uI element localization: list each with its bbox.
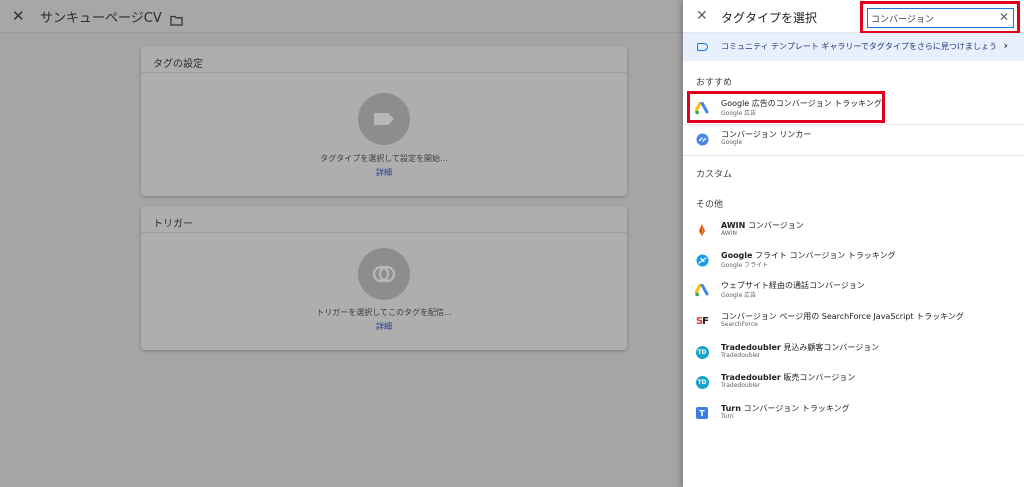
- search-field[interactable]: ✕: [867, 8, 1014, 28]
- item-vendor: Tradedoubler: [721, 352, 761, 359]
- list-item[interactable]: Google フライト コンバージョン トラッキング Google フライト: [683, 245, 1024, 275]
- list-item[interactable]: ウェブサイト経由の通話コンバージョン Google 広告: [683, 275, 1024, 305]
- chevron-right-icon[interactable]: ›: [1003, 39, 1008, 52]
- list-item[interactable]: TD Tradedoubler 販売コンバージョン Tradedoubler: [683, 367, 1024, 397]
- list-item[interactable]: T Turn コンバージョン トラッキング Turn: [683, 398, 1024, 428]
- turn-icon: T: [695, 406, 709, 420]
- section-custom: カスタム: [696, 170, 733, 180]
- tag-placeholder-icon[interactable]: [358, 93, 410, 145]
- item-vendor: AWIN: [721, 230, 737, 237]
- list-item[interactable]: AWIN コンバージョン AWIN: [683, 215, 1024, 245]
- panel-header: ✕ タグタイプを選択 ✕: [683, 0, 1024, 34]
- item-vendor: SearchForce: [721, 321, 758, 328]
- clear-search-icon[interactable]: ✕: [999, 10, 1009, 24]
- searchforce-icon: SF: [695, 315, 709, 327]
- close-icon[interactable]: ✕: [696, 8, 708, 24]
- list-item[interactable]: SF コンバージョン ページ用の SearchForce JavaScript …: [683, 306, 1024, 336]
- awin-icon: [695, 223, 709, 237]
- item-highlight-box: [687, 91, 885, 123]
- tradedoubler-icon: TD: [695, 375, 709, 389]
- trigger-placeholder-icon[interactable]: [358, 248, 410, 300]
- close-icon[interactable]: ✕: [12, 7, 30, 25]
- card-hint: タグタイプを選択して設定を開始...: [320, 154, 448, 163]
- tag-name-title[interactable]: サンキューページCV: [40, 7, 162, 26]
- tradedoubler-icon: TD: [695, 345, 709, 359]
- learn-more-link[interactable]: 詳細: [141, 321, 627, 332]
- list-item[interactable]: TD Tradedoubler 見込み顧客コンバージョン Tradedouble…: [683, 337, 1024, 367]
- tag-configuration-card[interactable]: タグの設定 タグタイプを選択して設定を開始... 詳細: [141, 46, 627, 196]
- card-hint: トリガーを選択してこのタグを配信...: [316, 308, 452, 317]
- folder-icon[interactable]: [170, 11, 183, 26]
- item-vendor: Turn: [721, 413, 734, 420]
- card-title: トリガー: [141, 206, 627, 233]
- search-input[interactable]: [871, 10, 991, 26]
- list-item[interactable]: コンバージョン リンカー Google: [683, 124, 1024, 154]
- panel-title: タグタイプを選択: [721, 11, 818, 25]
- item-vendor: Google: [721, 139, 743, 146]
- item-name: Turn コンバージョン トラッキング: [721, 404, 850, 413]
- tag-icon: [697, 43, 708, 51]
- item-vendor: Google 広告: [721, 292, 757, 299]
- linker-icon: [695, 132, 709, 146]
- triggering-card[interactable]: トリガー トリガーを選択してこのタグを配信... 詳細: [141, 206, 627, 350]
- tag-type-panel: ✕ タグタイプを選択 ✕ コミュニティ テンプレート ギャラリーでタグタイプをさ…: [683, 0, 1024, 487]
- flights-icon: [695, 253, 709, 267]
- section-other: その他: [696, 200, 724, 210]
- banner-text: コミュニティ テンプレート ギャラリーでタグタイプをさらに見つけましょう: [721, 42, 997, 51]
- tag-editor: ✕ サンキューページCV タグの設定 タグタイプを選択して設定を開始... 詳細…: [0, 0, 683, 487]
- divider: [683, 155, 1024, 156]
- editor-header: ✕ サンキューページCV: [0, 0, 683, 33]
- learn-more-link[interactable]: 詳細: [141, 167, 627, 178]
- google-ads-icon: [695, 283, 709, 297]
- item-vendor: Google フライト: [721, 262, 769, 269]
- section-recommended: おすすめ: [696, 78, 733, 88]
- item-vendor: Tradedoubler: [721, 382, 761, 389]
- community-gallery-banner[interactable]: コミュニティ テンプレート ギャラリーでタグタイプをさらに見つけましょう ›: [683, 33, 1024, 61]
- card-title: タグの設定: [141, 46, 627, 73]
